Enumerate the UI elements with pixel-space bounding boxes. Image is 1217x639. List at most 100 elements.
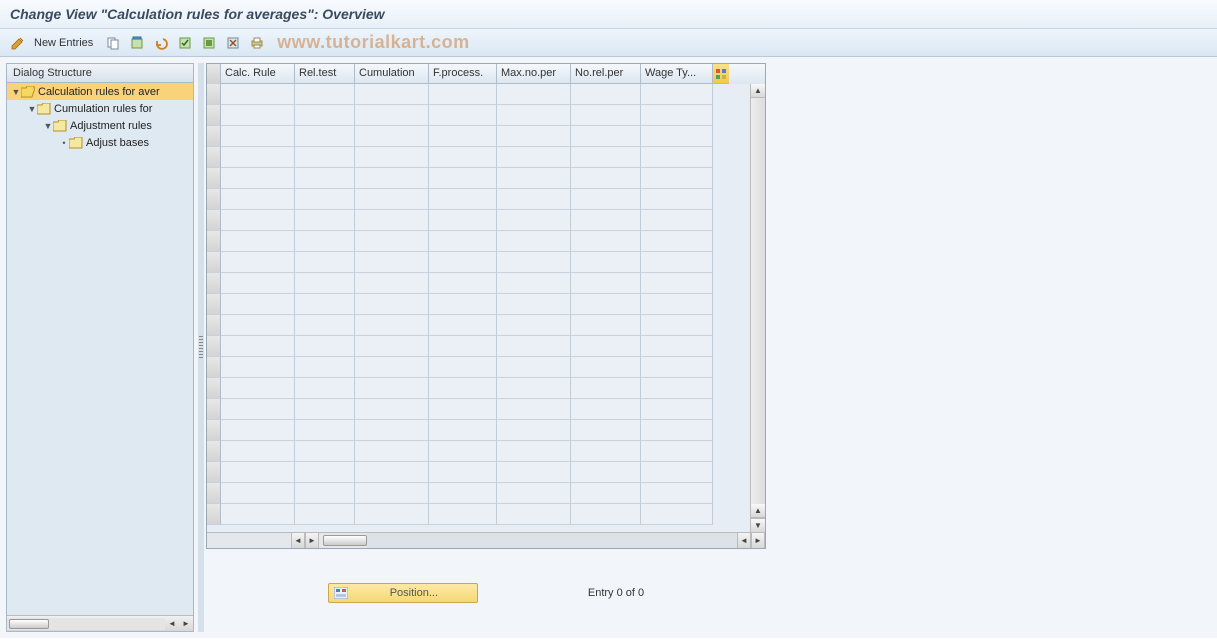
grid-cell[interactable] <box>641 105 713 126</box>
grid-cell[interactable] <box>571 231 641 252</box>
row-selector[interactable] <box>207 294 221 315</box>
grid-cell[interactable] <box>497 273 571 294</box>
delete-icon[interactable] <box>127 33 147 53</box>
grid-cell[interactable] <box>355 210 429 231</box>
grid-cell[interactable] <box>221 105 295 126</box>
grid-cell[interactable] <box>571 147 641 168</box>
row-selector[interactable] <box>207 483 221 504</box>
grid-cell[interactable] <box>429 168 497 189</box>
row-marker-header[interactable] <box>207 64 221 84</box>
grid-cell[interactable] <box>221 462 295 483</box>
scrollbar-thumb[interactable] <box>9 619 49 629</box>
grid-cell[interactable] <box>221 147 295 168</box>
column-header-calc-rule[interactable]: Calc. Rule <box>221 64 295 84</box>
grid-cell[interactable] <box>295 315 355 336</box>
grid-cell[interactable] <box>497 378 571 399</box>
grid-cell[interactable] <box>295 231 355 252</box>
grid-cell[interactable] <box>429 315 497 336</box>
row-selector[interactable] <box>207 315 221 336</box>
grid-cell[interactable] <box>221 315 295 336</box>
copy-icon[interactable] <box>103 33 123 53</box>
column-header-no-rel-per[interactable]: No.rel.per <box>571 64 641 84</box>
grid-cell[interactable] <box>429 189 497 210</box>
grid-cell[interactable] <box>641 168 713 189</box>
grid-cell[interactable] <box>355 84 429 105</box>
scroll-last-icon[interactable]: ► <box>751 533 765 548</box>
grid-cell[interactable] <box>355 378 429 399</box>
row-selector[interactable] <box>207 168 221 189</box>
grid-cell[interactable] <box>571 462 641 483</box>
grid-cell[interactable] <box>355 273 429 294</box>
row-selector[interactable] <box>207 441 221 462</box>
grid-cell[interactable] <box>571 504 641 525</box>
grid-cell[interactable] <box>429 105 497 126</box>
tree-node[interactable]: ▼Cumulation rules for <box>7 100 193 117</box>
scroll-left-icon[interactable]: ◄ <box>165 617 179 631</box>
grid-cell[interactable] <box>295 420 355 441</box>
column-header-max-no-per[interactable]: Max.no.per <box>497 64 571 84</box>
row-selector[interactable] <box>207 273 221 294</box>
grid-cell[interactable] <box>429 378 497 399</box>
row-selector[interactable] <box>207 420 221 441</box>
print-icon[interactable] <box>247 33 267 53</box>
grid-cell[interactable] <box>429 336 497 357</box>
grid-cell[interactable] <box>641 315 713 336</box>
grid-cell[interactable] <box>221 378 295 399</box>
tree-horizontal-scrollbar[interactable]: ◄ ► <box>7 615 193 631</box>
grid-cell[interactable] <box>571 252 641 273</box>
grid-cell[interactable] <box>571 357 641 378</box>
grid-cell[interactable] <box>221 483 295 504</box>
grid-cell[interactable] <box>571 294 641 315</box>
grid-cell[interactable] <box>497 357 571 378</box>
grid-cell[interactable] <box>571 168 641 189</box>
row-selector[interactable] <box>207 147 221 168</box>
grid-cell[interactable] <box>571 126 641 147</box>
grid-cell[interactable] <box>221 252 295 273</box>
tree-expand-icon[interactable]: ▼ <box>11 87 21 97</box>
grid-cell[interactable] <box>295 462 355 483</box>
grid-cell[interactable] <box>355 315 429 336</box>
grid-cell[interactable] <box>497 483 571 504</box>
grid-cell[interactable] <box>355 105 429 126</box>
grid-cell[interactable] <box>641 294 713 315</box>
grid-cell[interactable] <box>295 504 355 525</box>
row-selector[interactable] <box>207 357 221 378</box>
row-selector[interactable] <box>207 378 221 399</box>
grid-cell[interactable] <box>641 189 713 210</box>
row-selector[interactable] <box>207 210 221 231</box>
tree-node[interactable]: ▼Calculation rules for aver <box>7 83 193 100</box>
select-all-icon[interactable] <box>175 33 195 53</box>
grid-cell[interactable] <box>429 210 497 231</box>
grid-cell[interactable] <box>641 210 713 231</box>
grid-cell[interactable] <box>295 441 355 462</box>
grid-cell[interactable] <box>429 399 497 420</box>
scroll-right-icon[interactable]: ► <box>179 617 193 631</box>
grid-cell[interactable] <box>429 84 497 105</box>
grid-cell[interactable] <box>641 378 713 399</box>
column-header-rel-test[interactable]: Rel.test <box>295 64 355 84</box>
scroll-up-fast-icon[interactable]: ▲ <box>751 504 765 518</box>
row-selector[interactable] <box>207 105 221 126</box>
tree-node[interactable]: ▼Adjustment rules <box>7 117 193 134</box>
row-selector[interactable] <box>207 126 221 147</box>
grid-cell[interactable] <box>221 189 295 210</box>
grid-cell[interactable] <box>295 147 355 168</box>
grid-cell[interactable] <box>571 315 641 336</box>
grid-cell[interactable] <box>221 420 295 441</box>
grid-cell[interactable] <box>429 483 497 504</box>
row-selector[interactable] <box>207 252 221 273</box>
grid-cell[interactable] <box>429 273 497 294</box>
grid-cell[interactable] <box>571 420 641 441</box>
grid-cell[interactable] <box>221 231 295 252</box>
grid-horizontal-scrollbar[interactable]: ◄ ► ◄ ► <box>207 532 765 548</box>
grid-cell[interactable] <box>221 273 295 294</box>
row-selector[interactable] <box>207 84 221 105</box>
grid-cell[interactable] <box>221 357 295 378</box>
grid-cell[interactable] <box>355 147 429 168</box>
new-entries-button[interactable]: New Entries <box>32 37 99 49</box>
grid-cell[interactable] <box>571 483 641 504</box>
grid-cell[interactable] <box>497 504 571 525</box>
grid-cell[interactable] <box>429 147 497 168</box>
grid-cell[interactable] <box>497 147 571 168</box>
grid-cell[interactable] <box>295 126 355 147</box>
